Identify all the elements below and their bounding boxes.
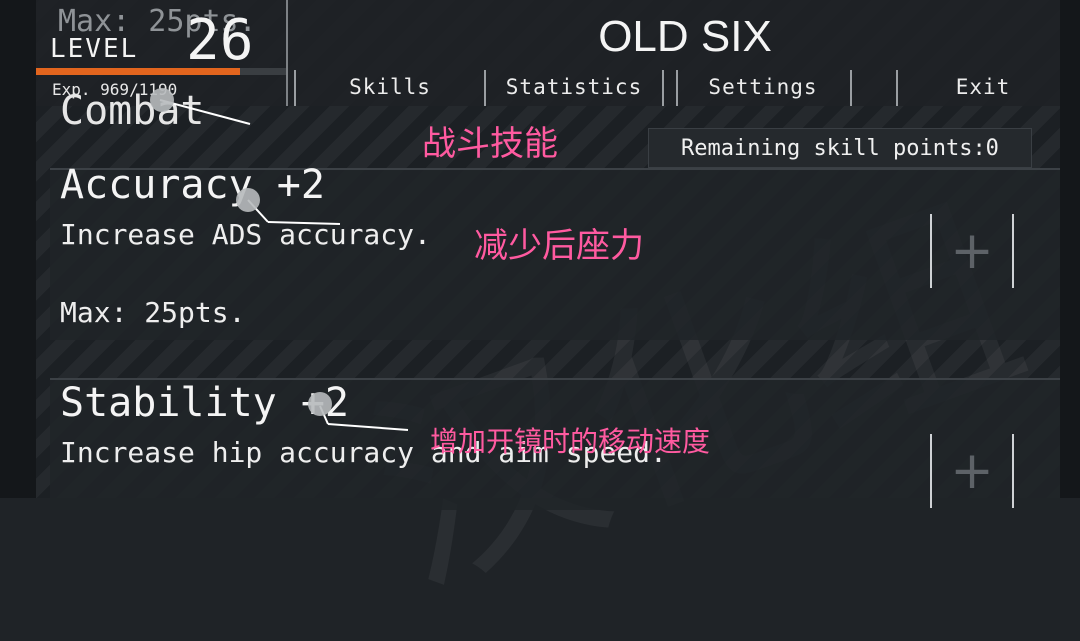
annotation-line bbox=[267, 221, 341, 225]
annotation-dot bbox=[236, 188, 260, 212]
annotation-line bbox=[327, 423, 409, 431]
annotation-dot bbox=[308, 392, 332, 416]
annotation-combat: 战斗技能 bbox=[422, 124, 558, 164]
annotation-stability: 增加开镜时的移动速度 bbox=[430, 425, 711, 458]
annotation-accuracy: 减少后座力 bbox=[474, 226, 644, 266]
annotation-line bbox=[159, 99, 251, 125]
annotation-dot bbox=[150, 88, 174, 112]
